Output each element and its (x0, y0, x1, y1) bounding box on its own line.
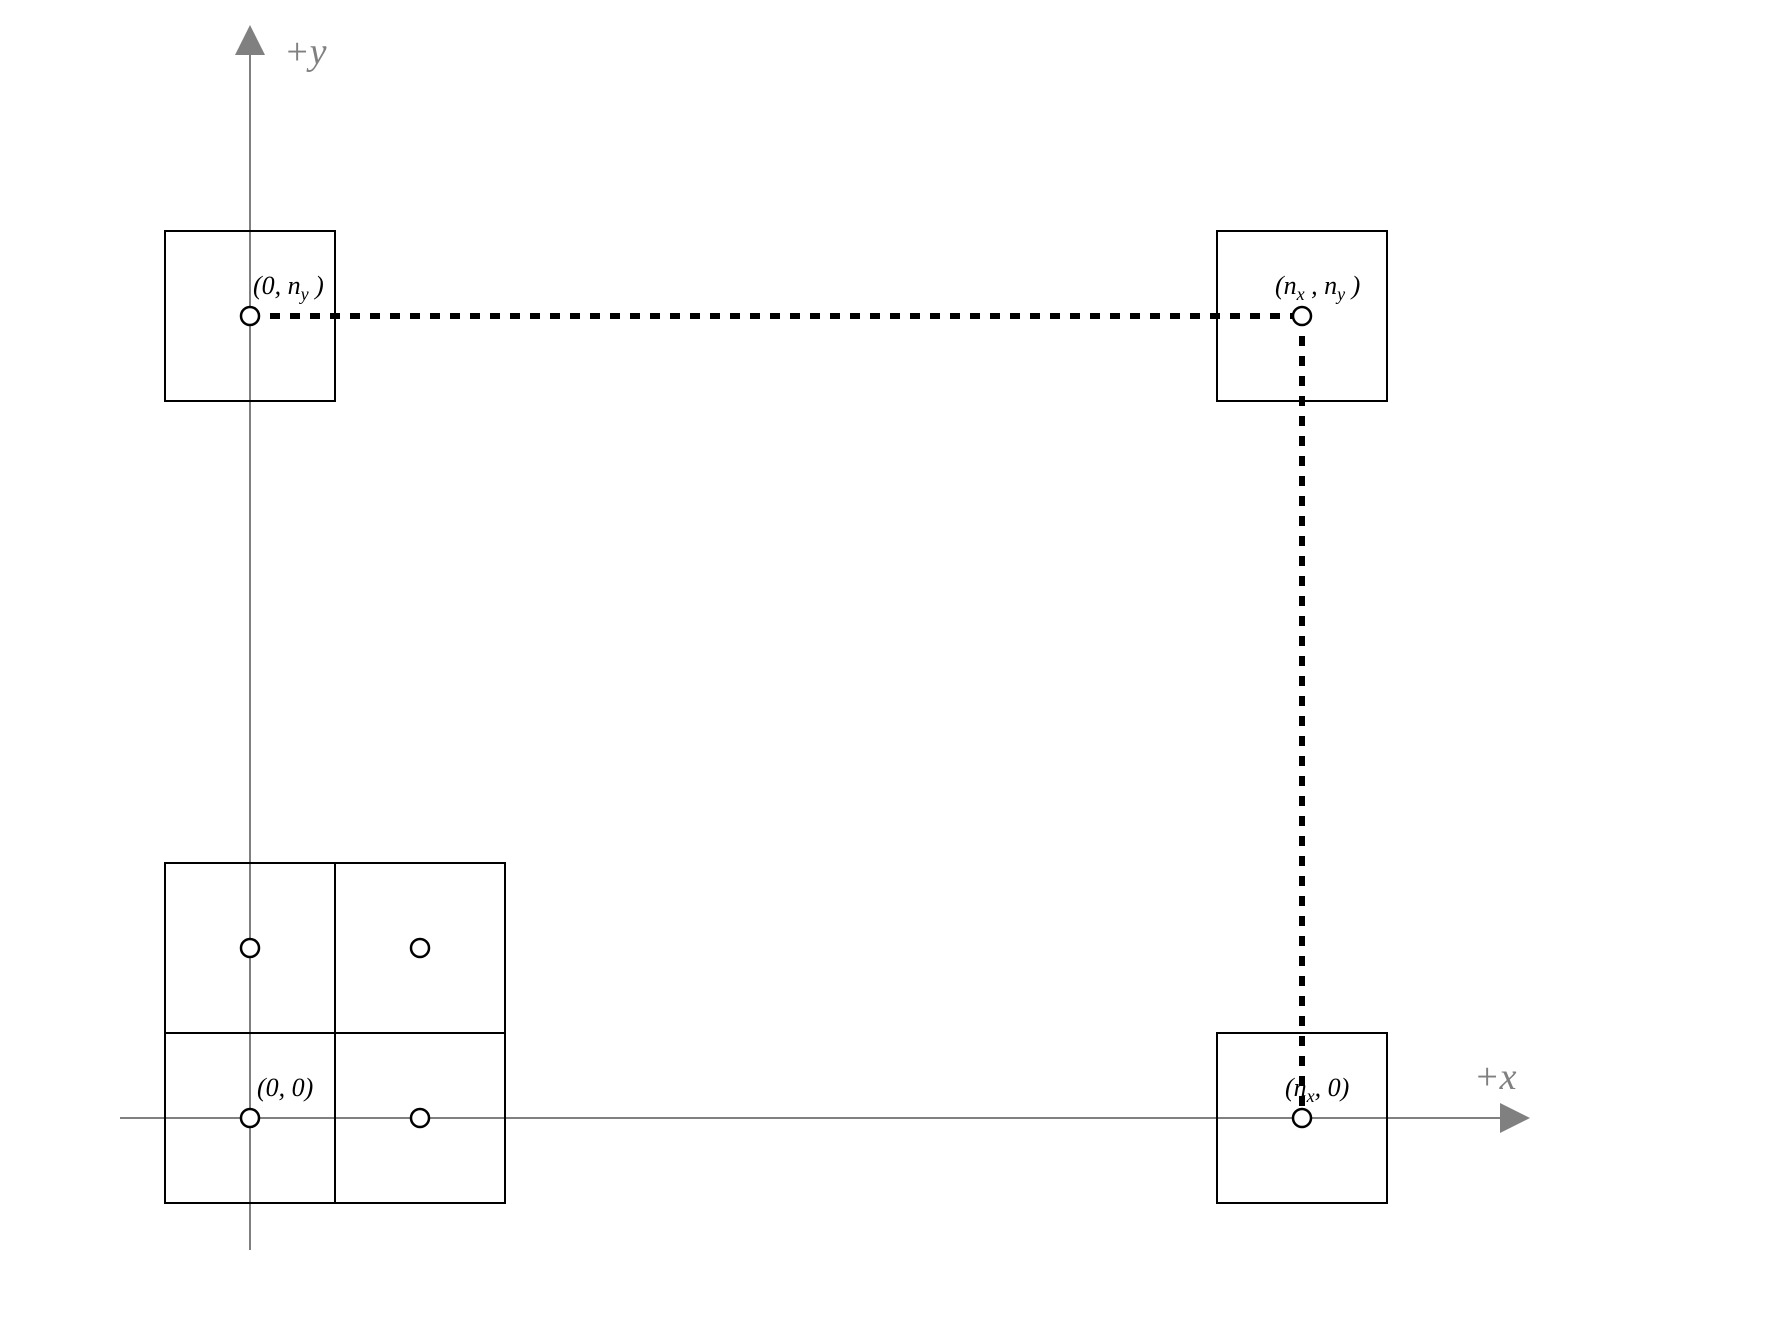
x-axis-arrow (1500, 1103, 1530, 1133)
diagram-svg (0, 0, 1778, 1318)
dot-origin (241, 1109, 259, 1127)
label-0-ny: (0, ny ) (253, 271, 324, 301)
diagram-canvas: +x +y (0, 0) (0, ny ) (nx , ny ) (nx, 0) (0, 0, 1778, 1318)
dot-1-0 (411, 1109, 429, 1127)
label-nx-0: (nx, 0) (1285, 1073, 1349, 1103)
label-origin: (0, 0) (257, 1073, 313, 1103)
dot-0-1 (241, 939, 259, 957)
dot-nx-0 (1293, 1109, 1311, 1127)
dot-0-ny (241, 307, 259, 325)
y-axis-label: +y (284, 30, 327, 74)
y-axis-arrow (235, 25, 265, 55)
dot-nx-ny (1293, 307, 1311, 325)
x-axis-label: +x (1474, 1055, 1517, 1099)
label-nx-ny: (nx , ny ) (1275, 271, 1360, 301)
dot-1-1 (411, 939, 429, 957)
